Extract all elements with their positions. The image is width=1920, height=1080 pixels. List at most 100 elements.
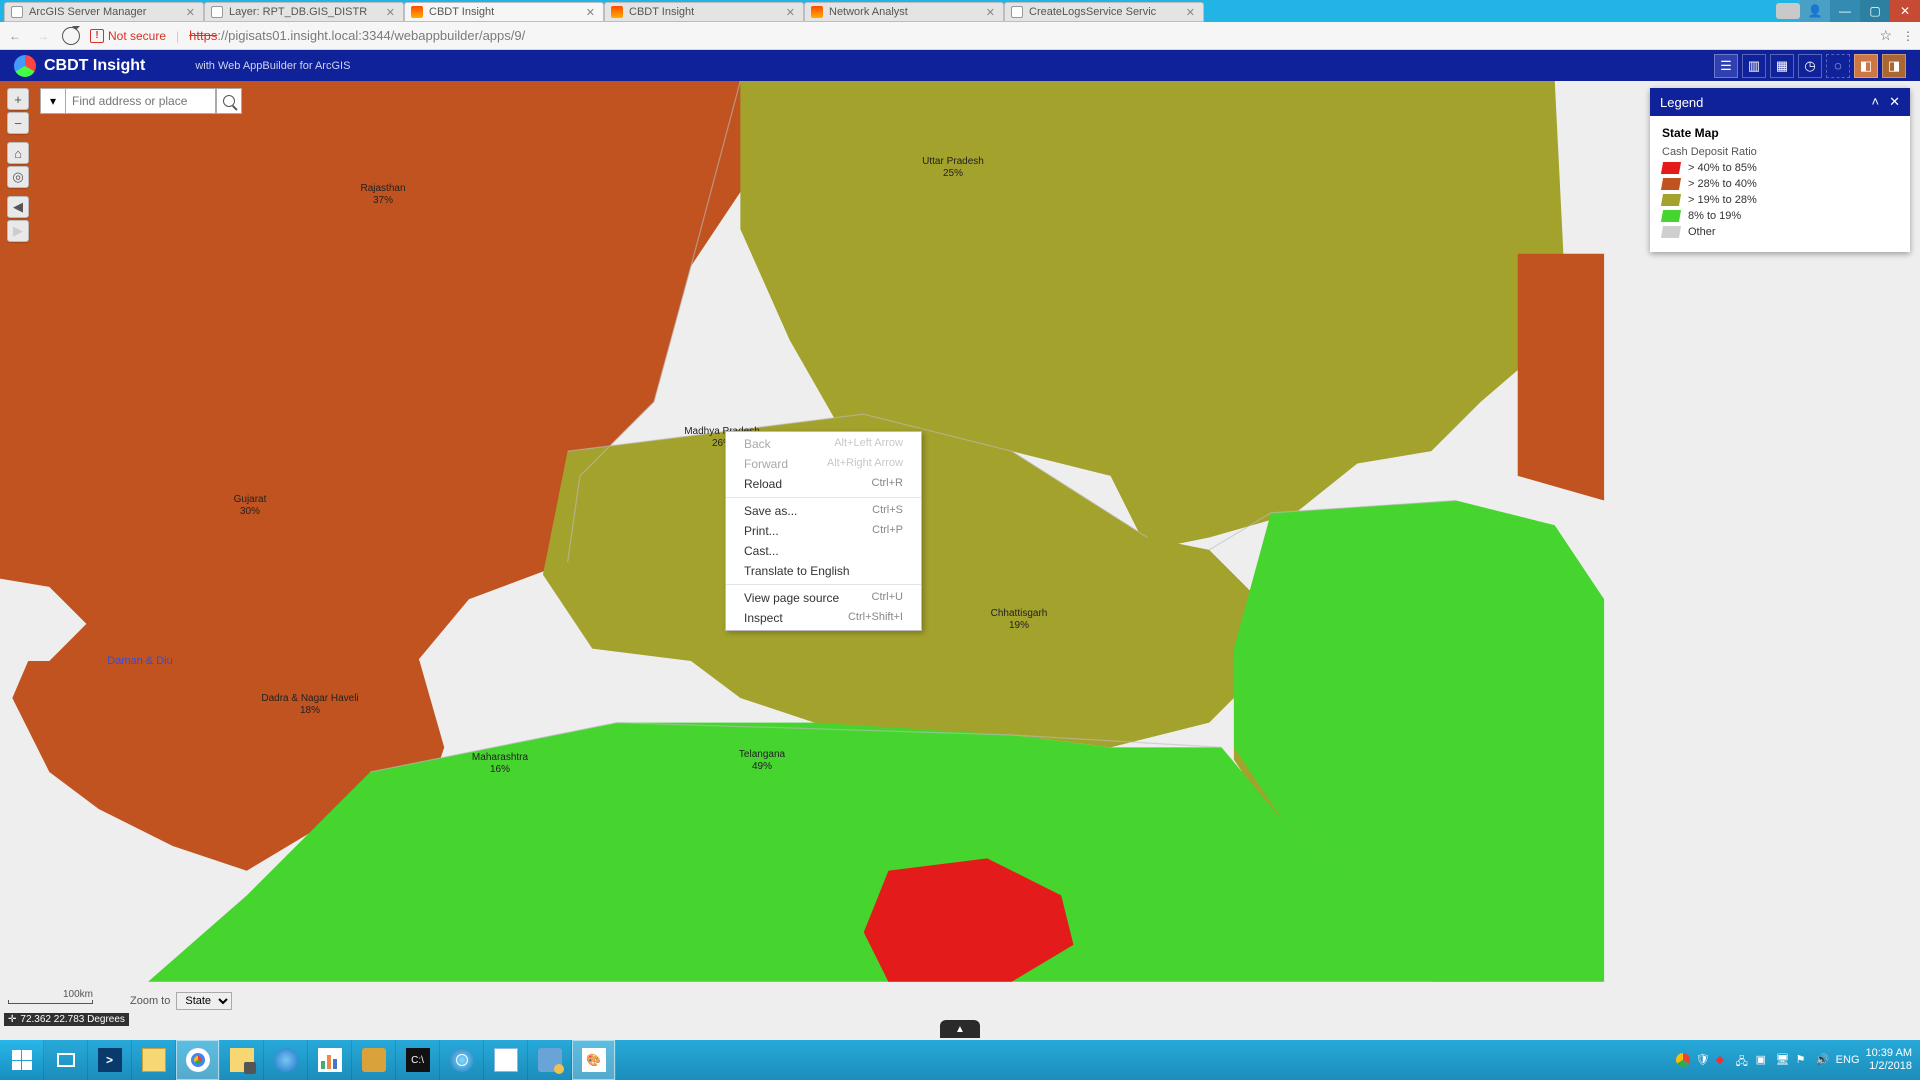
home-button[interactable]: ⌂ (7, 142, 29, 164)
close-window-button[interactable]: ✕ (1890, 0, 1920, 22)
legend-swatch (1661, 162, 1681, 174)
legend-header[interactable]: Legend ˄ ✕ (1650, 88, 1910, 116)
menu-icon[interactable]: ⋮ (1902, 29, 1914, 43)
menu-label: Print... (744, 524, 779, 538)
menu-label: Cast... (744, 544, 779, 558)
tray-chrome-icon[interactable] (1676, 1053, 1690, 1067)
context-menu-item[interactable]: Print...Ctrl+P (726, 521, 921, 541)
tab-close-icon[interactable]: ✕ (384, 6, 397, 19)
measure-icon[interactable]: ◌ (1826, 54, 1850, 78)
minimize-button[interactable]: — (1830, 0, 1860, 22)
tab-close-icon[interactable]: ✕ (584, 6, 597, 19)
close-icon[interactable]: ✕ (1889, 94, 1900, 110)
chart-app-icon[interactable] (308, 1040, 352, 1080)
legend-swatch (1661, 178, 1681, 190)
browser-tab[interactable]: CreateLogsService Servic✕ (1004, 2, 1204, 22)
tab-close-icon[interactable]: ✕ (784, 6, 797, 19)
tray-shield-icon[interactable]: 🛡 (1696, 1053, 1710, 1067)
next-extent-button[interactable]: ▶ (7, 220, 29, 242)
terminal-icon[interactable]: C:\ (396, 1040, 440, 1080)
tray-monitor-icon[interactable]: 🖥 (1776, 1053, 1790, 1067)
legend-label: Other (1688, 226, 1716, 238)
coordinates-readout: ✛ 72.362 22.783 Degrees (4, 1013, 129, 1026)
paint-icon[interactable]: 🎨 (572, 1040, 616, 1080)
explorer-icon[interactable] (132, 1040, 176, 1080)
url-field[interactable]: https://pigisats01.insight.local:3344/we… (189, 28, 525, 43)
package-icon[interactable] (352, 1040, 396, 1080)
context-menu-item[interactable]: View page sourceCtrl+U (726, 588, 921, 608)
clock[interactable]: 10:39 AM 1/2/2018 (1866, 1047, 1912, 1072)
search-source-dropdown[interactable]: ▾ (40, 88, 66, 114)
powershell-icon[interactable]: > (88, 1040, 132, 1080)
favicon-icon (811, 6, 823, 18)
favicon-icon (411, 6, 423, 18)
legend-item: > 28% to 40% (1662, 178, 1898, 190)
bookmark-icon[interactable]: ☆ (1879, 27, 1892, 44)
taskview-icon[interactable] (44, 1040, 88, 1080)
start-button[interactable] (0, 1040, 44, 1080)
context-menu-item[interactable]: ReloadCtrl+R (726, 474, 921, 494)
map-view[interactable]: + − ⌂ ◎ ◀ ▶ ▾ Rajasthan37%Uttar Pradesh2… (0, 81, 1920, 1040)
browser-tab[interactable]: Network Analyst✕ (804, 2, 1004, 22)
zoom-in-button[interactable]: + (7, 88, 29, 110)
attribute-table-toggle[interactable]: ▲ (940, 1020, 980, 1038)
arcmap-icon[interactable] (440, 1040, 484, 1080)
search-button[interactable] (216, 88, 242, 114)
tool-b-icon[interactable]: ◨ (1882, 54, 1906, 78)
zoom-out-button[interactable]: − (7, 112, 29, 134)
language-indicator[interactable]: ENG (1836, 1054, 1860, 1066)
services-icon[interactable] (528, 1040, 572, 1080)
menu-shortcut: Ctrl+S (872, 504, 903, 518)
tab-close-icon[interactable]: ✕ (1184, 6, 1197, 19)
chrome-icon[interactable] (176, 1040, 220, 1080)
ie-icon[interactable] (264, 1040, 308, 1080)
browser-tab[interactable]: CBDT Insight✕ (404, 2, 604, 22)
prev-extent-button[interactable]: ◀ (7, 196, 29, 218)
maximize-button[interactable]: ▢ (1860, 0, 1890, 22)
server-manager-icon[interactable] (220, 1040, 264, 1080)
map-canvas (0, 81, 1920, 982)
context-menu-item[interactable]: Translate to English (726, 561, 921, 581)
menu-shortcut: Alt+Right Arrow (827, 457, 903, 471)
notepad-icon[interactable] (484, 1040, 528, 1080)
basemap-icon[interactable]: ▦ (1770, 54, 1794, 78)
collapse-icon[interactable]: ˄ (1872, 94, 1880, 110)
clock-icon[interactable]: ◷ (1798, 54, 1822, 78)
user-icon[interactable]: 👤 (1800, 0, 1830, 22)
tray-volume-icon[interactable]: 🔊 (1816, 1053, 1830, 1067)
tab-close-icon[interactable]: ✕ (984, 6, 997, 19)
legend-toggle-icon[interactable]: ☰ (1714, 54, 1738, 78)
context-menu-item[interactable]: Save as...Ctrl+S (726, 501, 921, 521)
browser-tab[interactable]: Layer: RPT_DB.GIS_DISTR✕ (204, 2, 404, 22)
context-menu-item[interactable]: Cast... (726, 541, 921, 561)
browser-tab[interactable]: ArcGIS Server Manager✕ (4, 2, 204, 22)
menu-label: View page source (744, 591, 839, 605)
tab-close-icon[interactable]: ✕ (184, 6, 197, 19)
window-titlebar: ArcGIS Server Manager✕Layer: RPT_DB.GIS_… (0, 0, 1920, 22)
tray-network-icon[interactable]: 🖧 (1736, 1053, 1750, 1067)
coordinates-text: 72.362 22.783 Degrees (20, 1014, 125, 1025)
zoom-to-select[interactable]: State (176, 992, 232, 1010)
tab-label: CBDT Insight (629, 6, 778, 18)
tray-app-icon[interactable]: ▣ (1756, 1053, 1770, 1067)
locate-button[interactable]: ◎ (7, 166, 29, 188)
crosshair-icon: ✛ (8, 1014, 16, 1025)
taskbar: > C:\ 🎨 🛡 ◆ 🖧 ▣ 🖥 ⚑ 🔊 ENG 10:39 AM 1/2/2… (0, 1040, 1920, 1080)
search-input[interactable] (66, 88, 216, 114)
favicon-icon (611, 6, 623, 18)
reload-button[interactable] (62, 27, 80, 45)
context-menu-item: BackAlt+Left Arrow (726, 434, 921, 454)
back-button[interactable]: ← (6, 29, 24, 43)
url-protocol: https (189, 28, 217, 43)
tray-flag-icon[interactable]: ⚑ (1796, 1053, 1810, 1067)
menu-label: Inspect (744, 611, 783, 625)
security-indicator[interactable]: ! Not secure (90, 29, 166, 43)
context-menu-item[interactable]: InspectCtrl+Shift+I (726, 608, 921, 628)
legend-subtitle: Cash Deposit Ratio (1662, 146, 1898, 158)
layers-icon[interactable]: ▥ (1742, 54, 1766, 78)
browser-tab[interactable]: CBDT Insight ✕ (604, 2, 804, 22)
tray-security-icon[interactable]: ◆ (1716, 1053, 1730, 1067)
tool-a-icon[interactable]: ◧ (1854, 54, 1878, 78)
new-tab-button[interactable] (1776, 3, 1800, 19)
search-widget: ▾ (40, 88, 242, 114)
